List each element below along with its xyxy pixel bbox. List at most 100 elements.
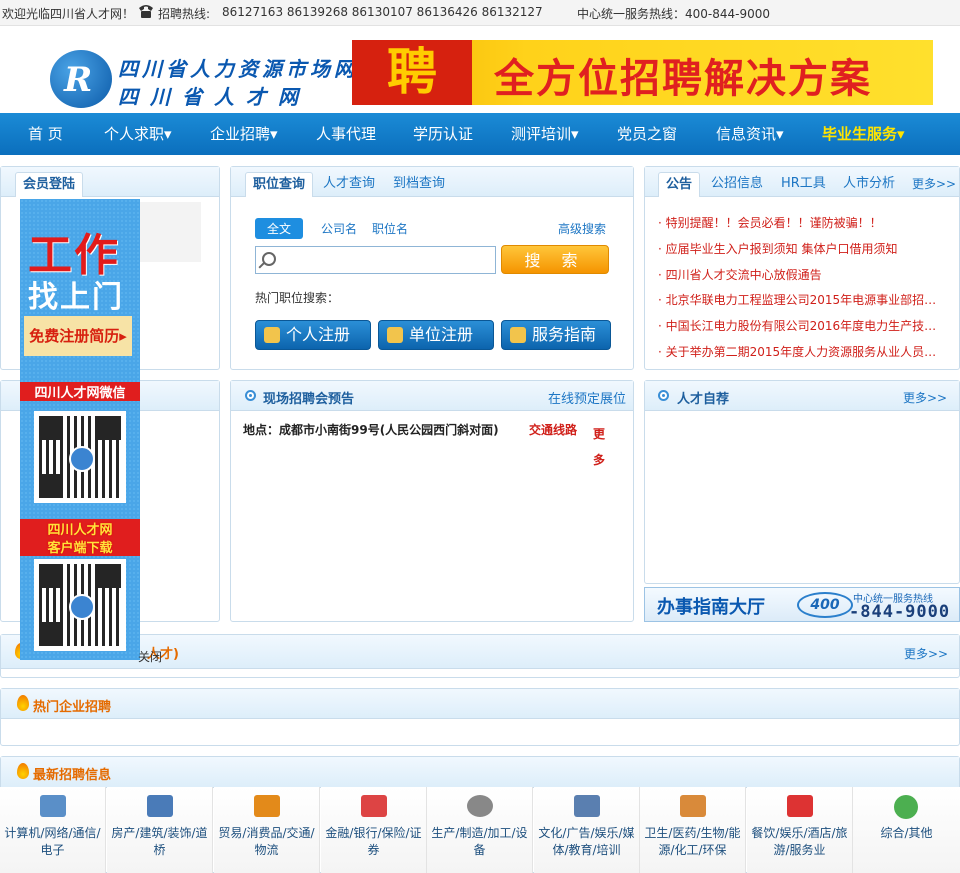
notice-item[interactable]: 北京华联电力工程监理公司2015年电源事业部招… — [658, 291, 943, 308]
welcome-text: 欢迎光临四川省人才网！ — [2, 7, 135, 21]
category-trade[interactable]: 贸易/消费品/交通/物流 — [214, 787, 320, 873]
nav-home[interactable]: 首 页 — [28, 113, 63, 155]
notice-item[interactable]: 四川省人才交流中心放假通告 — [658, 266, 943, 283]
service-guide-button[interactable]: 服务指南 — [501, 320, 611, 350]
logo-title: 四川省人力资源市场网 — [118, 57, 358, 81]
talent-more-link[interactable]: 更多>> — [903, 389, 947, 406]
tab-member-login[interactable]: 会员登陆 — [15, 172, 84, 197]
guide-title: 办事指南大厅 — [657, 597, 765, 618]
flask-icon — [680, 795, 706, 817]
category-culture[interactable]: 文化/广告/娱乐/媒体/教育/培训 — [534, 787, 640, 873]
category-realestate[interactable]: 房产/建筑/装饰/道桥 — [107, 787, 213, 873]
app-download-qr-code — [34, 559, 126, 651]
user-icon — [264, 327, 280, 343]
hotline-label: 招聘热线: — [158, 7, 211, 21]
tab-announcement[interactable]: 公告 — [658, 172, 701, 197]
notice-item[interactable]: 特别提醒！！会员必看！！谨防被骗！！ — [658, 214, 943, 231]
floating-ad[interactable]: 工作 找上门 免费注册简历▸ 四川人才网微信 四川人才网 客户端下载 — [20, 199, 140, 660]
building-icon — [147, 795, 173, 817]
personal-register-button[interactable]: 个人注册 — [255, 320, 371, 350]
gear-icon — [467, 795, 493, 817]
tab-job-search[interactable]: 职位查询 — [245, 172, 314, 197]
wechat-label: 四川人才网微信 — [20, 382, 140, 401]
nav-assessment[interactable]: 测评培训▾ — [511, 113, 579, 155]
nav-hr-agency[interactable]: 人事代理 — [316, 113, 376, 155]
fair-address: 地点：成都市小南街99号(人民公园西门斜对面) — [243, 423, 499, 437]
hot-companies-panel: 热门企业招聘 — [0, 688, 960, 746]
search-input[interactable] — [255, 246, 496, 274]
tab-hr-tools[interactable]: HR工具 — [781, 172, 826, 197]
tab-archive-search[interactable]: 到档查询 — [393, 172, 445, 197]
notice-item[interactable]: 关于举办第二期2015年度人力资源服务从业人员… — [658, 343, 943, 360]
traffic-route-link[interactable]: 交通线路 — [529, 421, 577, 438]
computer-icon — [40, 795, 66, 817]
notices-more-link[interactable]: 更多>> — [912, 175, 956, 192]
chart-icon — [361, 795, 387, 817]
nav-party[interactable]: 党员之窗 — [617, 113, 677, 155]
phone-icon — [137, 3, 155, 19]
nav-graduate[interactable]: 毕业生服务▾ — [822, 113, 905, 155]
company-register-button[interactable]: 单位注册 — [378, 320, 494, 350]
book-icon — [574, 795, 600, 817]
subtab-company[interactable]: 公司名 — [321, 220, 357, 237]
search-icon — [262, 252, 276, 266]
job-fair-panel: 现场招聘会预告 在线预定展位 地点：成都市小南街99号(人民公园西门斜对面) 交… — [230, 380, 634, 622]
plus-icon — [894, 795, 918, 819]
search-button[interactable]: 搜 索 — [501, 245, 609, 274]
banner-text: 全方位招聘解决方案 — [494, 56, 872, 102]
signpost-icon — [510, 327, 526, 343]
download-label-2: 客户端下载 — [20, 537, 140, 556]
latest-recruit-title: 最新招聘信息 — [33, 768, 112, 783]
free-register-button[interactable]: 免费注册简历▸ — [24, 316, 132, 356]
flame-icon — [17, 763, 29, 779]
hotline-numbers: 86127163 86139268 86130107 86136426 8613… — [222, 5, 543, 19]
premium-more-link[interactable]: 更多>> — [904, 645, 948, 662]
tab-market-analysis[interactable]: 人市分析 — [843, 172, 895, 197]
tab-talent-search[interactable]: 人才查询 — [323, 172, 375, 197]
category-catering[interactable]: 餐饮/娱乐/酒店/旅游/服务业 — [747, 787, 853, 873]
tab-public-recruit[interactable]: 公招信息 — [711, 172, 763, 197]
top-bar: 欢迎光临四川省人才网！ 招聘热线: 86127163 86139268 8613… — [0, 0, 960, 26]
wechat-qr-code — [34, 411, 126, 503]
logo-subtitle: 四川省人才网 — [118, 85, 310, 109]
hotline-logo-icon: 400 — [797, 592, 853, 618]
search-panel: 职位查询 人才查询 到档查询 全文 公司名 职位名 高级搜索 搜 索 热门职位搜… — [230, 166, 634, 370]
logo-mark-icon: R — [50, 50, 112, 108]
flame-icon — [17, 695, 29, 711]
nav-job-seek[interactable]: 个人求职▾ — [104, 113, 172, 155]
site-logo[interactable]: R 四川省人力资源市场网 四川省人才网 — [50, 50, 354, 109]
hot-companies-title: 热门企业招聘 — [33, 700, 112, 715]
nav-degree-auth[interactable]: 学历认证 — [413, 113, 473, 155]
close-ad-button[interactable]: 关闭 — [138, 648, 162, 665]
category-it[interactable]: 计算机/网络/通信/电子 — [0, 787, 106, 873]
notice-item[interactable]: 应届毕业生入户报到须知 集体户口借用须知 — [658, 240, 943, 257]
ad-subheadline: 找上门 — [28, 280, 124, 315]
advanced-search-link[interactable]: 高级搜索 — [558, 220, 606, 237]
main-nav: 首 页 个人求职▾ 企业招聘▾ 人事代理 学历认证 测评培训▾ 党员之窗 信息资… — [0, 113, 960, 155]
recruit-banner[interactable]: 聘 全方位招聘解决方案 — [352, 40, 933, 105]
download-label-1: 四川人才网 — [20, 519, 140, 538]
nav-news[interactable]: 信息资讯▾ — [716, 113, 784, 155]
hot-jobs-label: 热门职位搜索： — [255, 291, 340, 305]
category-strip: 计算机/网络/通信/电子 房产/建筑/装饰/道桥 贸易/消费品/交通/物流 金融… — [0, 787, 960, 873]
notice-item[interactable]: 中国长江电力股份有限公司2016年度电力生产技… — [658, 317, 943, 334]
book-booth-link[interactable]: 在线预定展位 — [548, 388, 626, 407]
category-other[interactable]: 综合/其他 — [853, 787, 960, 873]
briefcase-icon — [387, 327, 403, 343]
notice-panel: 公告 公招信息 HR工具 人市分析 更多>> 特别提醒！！会员必看！！谨防被骗！… — [644, 166, 960, 370]
talent-panel: 人才自荐 更多>> — [644, 380, 960, 584]
guide-number: -844-9000 — [849, 602, 951, 622]
subtab-position[interactable]: 职位名 — [372, 220, 408, 237]
service-guide-banner[interactable]: 办事指南大厅 400 中心统一服务热线 -844-9000 — [644, 587, 960, 622]
dish-icon — [787, 795, 813, 817]
nav-company-recruit[interactable]: 企业招聘▾ — [210, 113, 278, 155]
category-manufacturing[interactable]: 生产/制造/加工/设备 — [427, 787, 533, 873]
road-icon — [254, 795, 280, 817]
bullet-icon — [245, 390, 256, 401]
category-finance[interactable]: 金融/银行/保险/证券 — [321, 787, 427, 873]
bullet-icon — [658, 390, 669, 401]
banner-badge: 聘 — [352, 40, 472, 105]
talent-title: 人才自荐 — [677, 392, 730, 407]
category-health[interactable]: 卫生/医药/生物/能源/化工/环保 — [640, 787, 746, 873]
subtab-fulltext[interactable]: 全文 — [255, 218, 304, 239]
